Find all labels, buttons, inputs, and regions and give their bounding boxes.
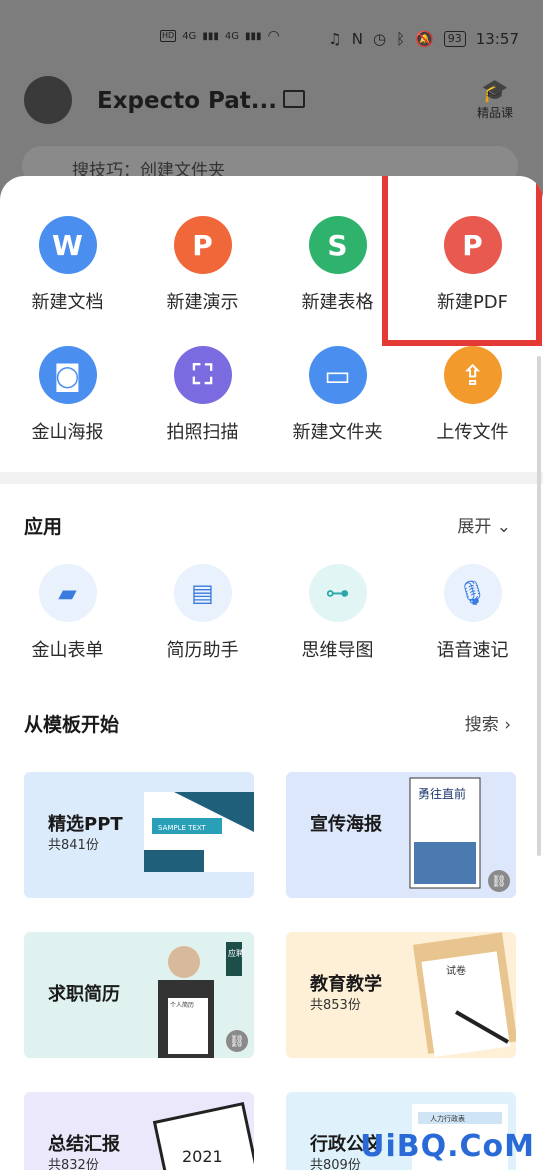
bluetooth-icon: ᛒ bbox=[396, 30, 406, 48]
card-title: 教育教学 bbox=[310, 974, 382, 995]
signal-indicators: HD 4G ▮▮▮ 4G ▮▮▮ ◠ bbox=[160, 28, 280, 44]
poster-label: 金山海报 bbox=[31, 422, 104, 443]
clock: 13:57 bbox=[475, 30, 519, 48]
course-button[interactable]: 🎓 精品课 bbox=[477, 80, 513, 121]
signal-icon: ▮▮▮ bbox=[202, 30, 219, 42]
new-doc-button[interactable]: W 新建文档 bbox=[0, 216, 135, 314]
resume-badge: 应聘 bbox=[228, 948, 244, 958]
status-bar: HD 4G ▮▮▮ 4G ▮▮▮ ◠ ♫ N ◷ ᛒ 🔕 93 13:57 bbox=[0, 0, 543, 80]
app-voice-label: 语音速记 bbox=[436, 640, 509, 661]
username[interactable]: Expecto Pat... bbox=[97, 88, 277, 114]
mindmap-icon: ⊶ bbox=[308, 564, 367, 622]
form-icon: ▰ bbox=[38, 564, 97, 622]
new-folder-label: 新建文件夹 bbox=[292, 422, 383, 443]
highlight-box bbox=[382, 176, 542, 346]
apps-expand-button[interactable]: 展开 ⌄ bbox=[457, 512, 511, 537]
card-title: 总结汇报 bbox=[48, 1134, 120, 1155]
card-count: 共853份 bbox=[310, 998, 361, 1013]
card-title: 宣传海报 bbox=[310, 814, 382, 835]
spreadsheet-icon: S bbox=[308, 216, 367, 274]
app-form-label: 金山表单 bbox=[31, 640, 104, 661]
report-preview-art: 2021 bbox=[152, 1101, 254, 1170]
report-year: 2021 bbox=[182, 1147, 223, 1166]
card-title: 精选PPT bbox=[48, 814, 123, 835]
signal-icon-2: ▮▮▮ bbox=[244, 30, 262, 42]
ppt-sample-text: SAMPLE TEXT bbox=[158, 824, 207, 832]
nfc-icon: N bbox=[351, 30, 363, 48]
graduation-cap-icon: 🎓 bbox=[481, 79, 509, 104]
poster-button[interactable]: ◙ 金山海报 bbox=[0, 346, 135, 444]
exam-paper-art: 试卷 bbox=[412, 932, 516, 1057]
apps-title: 应用 bbox=[24, 516, 63, 538]
app-mindmap-label: 思维导图 bbox=[301, 640, 374, 661]
templates-search-button[interactable]: 搜索 › bbox=[465, 710, 511, 735]
wifi-icon: ◠ bbox=[267, 28, 280, 44]
new-ppt-label: 新建演示 bbox=[166, 292, 239, 313]
templates-search-label: 搜索 bbox=[464, 715, 499, 735]
chevron-right-icon: › bbox=[504, 715, 511, 735]
section-divider bbox=[0, 472, 543, 484]
template-card-poster[interactable]: 宣传海报 勇往直前 ⛓ bbox=[286, 772, 516, 898]
new-folder-button[interactable]: ▭ 新建文件夹 bbox=[270, 346, 405, 444]
link-icon: ⛓ bbox=[226, 1030, 248, 1052]
microphone-icon: 🎙 bbox=[443, 564, 502, 622]
new-ppt-button[interactable]: P 新建演示 bbox=[135, 216, 270, 314]
create-sheet: W 新建文档 P 新建演示 S 新建表格 P 新建PDF ◙ 金山海报 ⛶ 拍照… bbox=[0, 176, 543, 1170]
exam-paper-label: 试卷 bbox=[446, 964, 466, 977]
scrollbar[interactable] bbox=[537, 356, 541, 856]
mute-icon: 🔕 bbox=[415, 30, 434, 48]
upload-button[interactable]: ⇪ 上传文件 bbox=[405, 346, 540, 444]
card-title: 求职简历 bbox=[48, 984, 120, 1005]
card-count: 共832份 bbox=[48, 1158, 99, 1170]
network-label: 4G bbox=[182, 30, 197, 42]
hd-badge: HD bbox=[160, 30, 177, 42]
link-icon: ⛓ bbox=[488, 870, 510, 892]
avatar[interactable] bbox=[24, 76, 72, 124]
card-count: 共841份 bbox=[48, 838, 99, 853]
scan-button[interactable]: ⛶ 拍照扫描 bbox=[135, 346, 270, 444]
poster-title-text: 勇往直前 bbox=[418, 786, 466, 801]
card-count: 共809份 bbox=[310, 1158, 361, 1170]
template-card-resume[interactable]: 求职简历 个人简历 应聘 ⛓ bbox=[24, 932, 254, 1058]
templates-title: 从模板开始 bbox=[24, 714, 120, 736]
new-doc-label: 新建文档 bbox=[31, 292, 104, 313]
apps-expand-label: 展开 bbox=[457, 517, 492, 537]
chevron-down-icon: ⌄ bbox=[496, 517, 511, 537]
battery-indicator: 93 bbox=[443, 31, 466, 47]
app-resume[interactable]: ▤ 简历助手 bbox=[135, 564, 270, 662]
resume-icon: ▤ bbox=[173, 564, 232, 622]
watermark: UiBQ.CoM bbox=[360, 1129, 535, 1164]
network-label-2: 4G bbox=[224, 30, 239, 42]
alarm-icon: ◷ bbox=[372, 30, 387, 48]
resume-doc-label: 个人简历 bbox=[170, 1001, 194, 1009]
ppt-preview-art: SAMPLE TEXT bbox=[144, 792, 254, 872]
admin-doc-label: 人力行政表 bbox=[430, 1114, 465, 1123]
template-card-ppt[interactable]: 精选PPT 共841份 SAMPLE TEXT bbox=[24, 772, 254, 898]
folder-icon: ▭ bbox=[308, 346, 367, 404]
upload-icon: ⇪ bbox=[443, 346, 502, 404]
status-right: ♫ N ◷ ᛒ 🔕 93 13:57 bbox=[328, 30, 519, 48]
headphone-icon: ♫ bbox=[328, 30, 342, 48]
template-card-report[interactable]: 总结汇报 共832份 2021 bbox=[24, 1092, 254, 1170]
scan-label: 拍照扫描 bbox=[166, 422, 239, 443]
word-icon: W bbox=[38, 216, 97, 274]
scan-icon: ⛶ bbox=[173, 346, 232, 404]
presentation-icon: P bbox=[173, 216, 232, 274]
app-resume-label: 简历助手 bbox=[166, 640, 239, 661]
screen-cast-icon[interactable] bbox=[283, 90, 305, 108]
app-mindmap[interactable]: ⊶ 思维导图 bbox=[270, 564, 405, 662]
template-card-education[interactable]: 教育教学 共853份 试卷 bbox=[286, 932, 516, 1058]
poster-icon: ◙ bbox=[38, 346, 97, 404]
upload-label: 上传文件 bbox=[436, 422, 509, 443]
profile-header: Expecto Pat... 🎓 精品课 bbox=[0, 70, 543, 140]
app-form[interactable]: ▰ 金山表单 bbox=[0, 564, 135, 662]
course-label: 精品课 bbox=[476, 106, 513, 120]
app-voice-note[interactable]: 🎙 语音速记 bbox=[405, 564, 540, 662]
